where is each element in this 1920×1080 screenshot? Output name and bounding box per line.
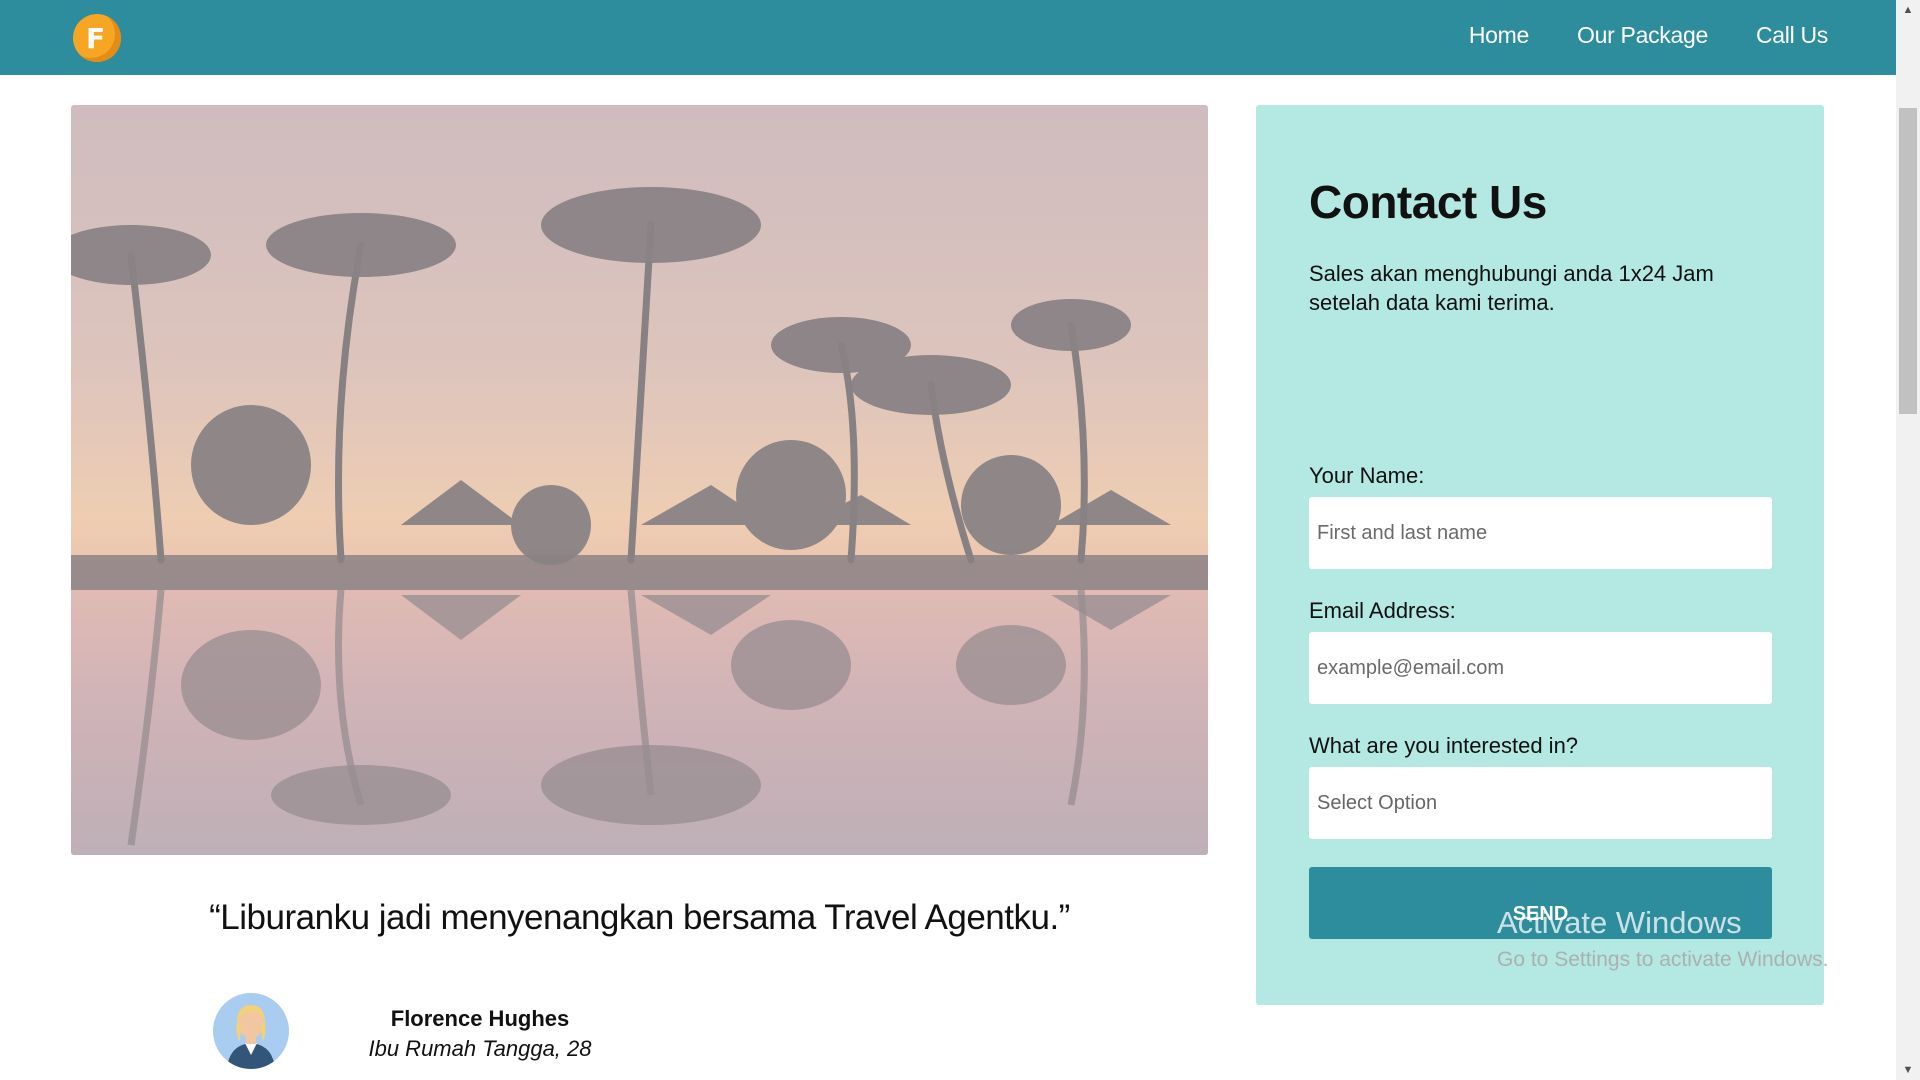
scrollbar[interactable]: ▲ ▼ [1896, 0, 1920, 1080]
email-input[interactable] [1309, 632, 1772, 704]
author-name: Florence Hughes [390, 1006, 570, 1031]
author-role: Ibu Rumah Tangga, 28 [368, 1036, 592, 1061]
name-label: Your Name: [1309, 463, 1425, 488]
watermark-title: Activate Windows [1497, 905, 1742, 940]
watermark-subtitle: Go to Settings to activate Windows. [1497, 948, 1829, 971]
avatar [213, 993, 289, 1069]
nav-link-our-package[interactable]: Our Package [1577, 22, 1708, 49]
contact-title: Contact Us [1309, 176, 1547, 228]
scroll-up-arrow-icon[interactable]: ▲ [1896, 4, 1920, 16]
nav-link-home[interactable]: Home [1469, 22, 1529, 49]
scroll-thumb[interactable] [1899, 108, 1917, 414]
name-input[interactable] [1309, 497, 1772, 569]
navbar: F Home Our Package Call Us [0, 0, 1896, 75]
logo-letter: F [86, 22, 106, 55]
email-label: Email Address: [1309, 598, 1456, 623]
hero-image [71, 105, 1208, 855]
interest-select[interactable]: Select Option [1309, 767, 1772, 839]
testimonial-quote: “Liburanku jadi menyenangkan bersama Tra… [209, 898, 1070, 937]
logo[interactable]: F [73, 14, 121, 62]
scroll-down-arrow-icon[interactable]: ▼ [1896, 1064, 1920, 1076]
interest-selected-value: Select Option [1317, 792, 1438, 814]
interest-label: What are you interested in? [1309, 733, 1579, 758]
nav-link-call-us[interactable]: Call Us [1756, 22, 1828, 49]
nav-links: Home Our Package Call Us [1469, 22, 1828, 49]
contact-description: Sales akan menghubungi anda 1x24 Jam set… [1309, 261, 1714, 315]
contact-panel: Contact Us Sales akan menghubungi anda 1… [1256, 105, 1824, 1005]
